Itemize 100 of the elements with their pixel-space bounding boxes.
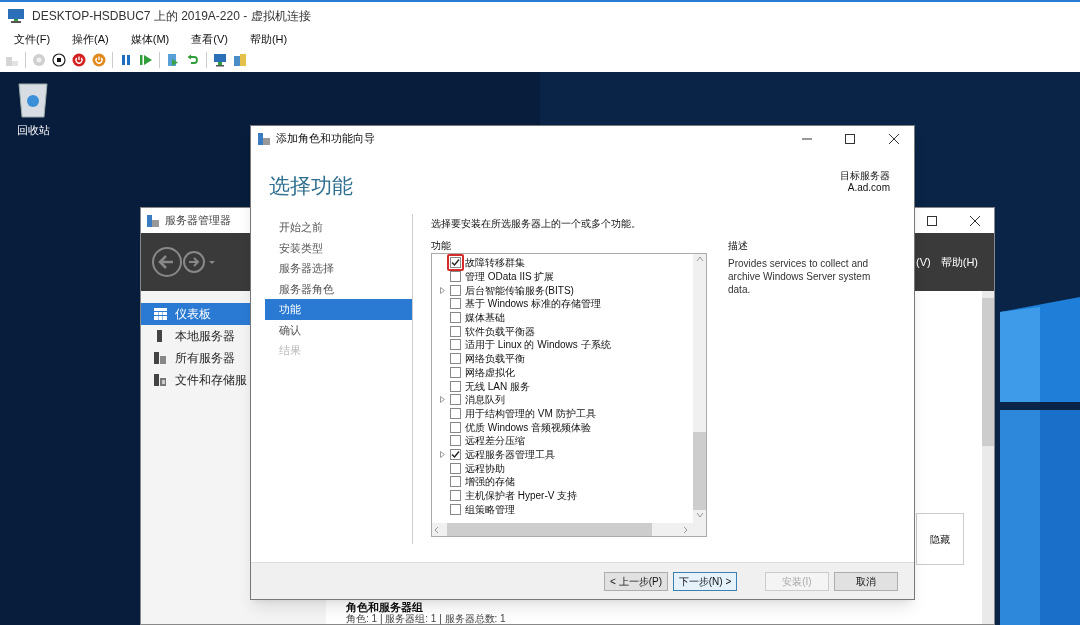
feature-label[interactable]: 优质 Windows 音频视频体验 [465,419,592,435]
feature-label[interactable]: 远程协助 [465,460,505,476]
description-label: 描述 [728,239,749,253]
menu-item[interactable]: 帮助(H) [249,30,288,48]
checkbox[interactable] [450,490,461,502]
checkbox[interactable] [450,312,461,324]
wizard-button[interactable]: < 上一步(P) [604,571,668,591]
hide-button[interactable]: 隐藏 [916,513,964,565]
power-icon[interactable] [92,53,106,67]
checkbox[interactable] [450,380,461,392]
expand-icon[interactable] [440,286,445,294]
servers-icon [154,352,167,364]
checkbox[interactable] [450,298,461,310]
menu-item[interactable]: (V) [916,253,931,271]
close-icon[interactable] [889,133,899,144]
wizard-step[interactable]: 功能 [265,299,412,320]
feature-label[interactable]: 远程服务器管理工具 [465,446,555,462]
checkbox[interactable] [450,503,461,515]
wizard-button[interactable]: 下一步(N) > [673,571,737,591]
feature-label[interactable]: 网络虚拟化 [465,364,515,380]
scrollbar[interactable] [693,254,706,523]
checkmark-icon [451,258,460,268]
files-icon[interactable] [233,53,247,67]
recycle-bin-icon[interactable] [16,80,50,118]
play-icon[interactable] [139,53,153,67]
page-heading: 选择功能 [269,173,353,199]
target-label: 目标服务器 [840,170,890,182]
features-label: 功能 [431,239,452,253]
target-server: A.ad.com [847,182,890,194]
feature-label[interactable]: 适用于 Linux 的 Windows 子系统 [465,337,611,353]
scroll-down-icon[interactable] [695,510,704,520]
feature-label[interactable]: 消息队列 [465,392,505,408]
feature-label[interactable]: 故障转移群集 [465,255,525,271]
expand-icon[interactable] [440,396,445,404]
close-icon[interactable] [970,215,980,226]
checkbox[interactable] [450,394,461,406]
menu-item[interactable]: 操作(A) [72,30,109,48]
checkbox[interactable] [450,421,461,433]
wizard-step[interactable]: 确认 [265,319,412,340]
scroll-up-icon[interactable] [695,254,704,264]
maximize-icon[interactable] [845,133,855,144]
wizard-step[interactable]: 服务器选择 [265,258,412,279]
feature-label[interactable]: 无线 LAN 服务 [465,378,530,394]
checkbox[interactable] [450,325,461,337]
feature-label[interactable]: 主机保护者 Hyper-V 支持 [465,488,578,504]
description-text: Provides services to collect and archive Windows Server system data. [728,257,872,296]
desktop-icon-label[interactable]: 回收站 [16,122,50,139]
window-title: 服务器管理器 [165,213,231,229]
dashboard-icon [154,308,167,320]
feature-label[interactable]: 媒体基础 [465,310,505,326]
feature-label[interactable]: 管理 OData IIS 扩展 [465,269,555,285]
menu-item[interactable]: 文件(F) [14,30,51,48]
scrollbar[interactable] [432,523,706,536]
checkbox[interactable] [450,353,461,365]
feature-label[interactable]: 基于 Windows 标准的存储管理 [465,296,602,312]
feature-label[interactable]: 增强的存储 [465,474,515,490]
feature-label[interactable]: 软件负载平衡器 [465,323,535,339]
checkbox[interactable] [450,284,461,296]
wizard-step[interactable]: 服务器角色 [265,278,412,299]
wizard-step[interactable]: 开始之前 [265,217,412,238]
pause-icon[interactable] [119,53,133,67]
section-title: 角色和服务器组 [346,601,424,613]
scrollbar[interactable] [982,291,994,624]
sidebar-item[interactable]: 文件和存储服 [141,369,251,391]
checkmark-icon [451,449,460,459]
feature-label[interactable]: 组策略管理 [465,501,515,517]
checkbox[interactable] [450,271,461,283]
undo-icon[interactable] [186,53,200,67]
checkbox[interactable] [450,435,461,447]
power-icon[interactable] [72,53,86,67]
checkbox[interactable] [450,366,461,378]
checkbox[interactable] [450,462,461,474]
monitor-icon[interactable] [213,53,227,67]
navigation-arrows-icon[interactable] [151,246,217,278]
app-icon [258,132,270,145]
menu-item[interactable]: 媒体(M) [130,30,170,48]
feature-label[interactable]: 网络负载平衡 [465,351,525,367]
storage-icon [154,374,167,386]
section-summary: 角色: 1 | 服务器组: 1 | 服务器总数: 1 [346,613,507,624]
sidebar-item[interactable]: 本地服务器 [141,325,251,347]
maximize-icon[interactable] [927,215,937,226]
sidebar-item[interactable]: 所有服务器 [141,347,251,369]
menu-item[interactable]: 查看(V) [191,30,228,48]
wizard-step[interactable]: 安装类型 [265,237,412,258]
checkbox[interactable] [450,339,461,351]
instruction-text: 选择要安装在所选服务器上的一个或多个功能。 [431,217,642,231]
checkbox[interactable] [450,476,461,488]
menu-item[interactable]: 帮助(H) [940,253,978,271]
app-icon [147,214,159,227]
stop-icon[interactable] [52,53,66,67]
document-icon[interactable] [166,53,180,67]
checkbox[interactable] [450,407,461,419]
feature-label[interactable]: 用于结构管理的 VM 防护工具 [465,405,596,421]
wizard-button[interactable]: 取消 [834,571,898,591]
checkbox[interactable] [450,448,461,460]
feature-label[interactable]: 远程差分压缩 [465,433,525,449]
sidebar-item[interactable]: 仪表板 [141,303,251,325]
feature-label[interactable]: 后台智能传输服务(BITS) [465,282,574,298]
window-title: DESKTOP-HSDBUC7 上的 2019A-220 - 虚拟机连接 [32,8,311,25]
expand-icon[interactable] [440,450,445,458]
